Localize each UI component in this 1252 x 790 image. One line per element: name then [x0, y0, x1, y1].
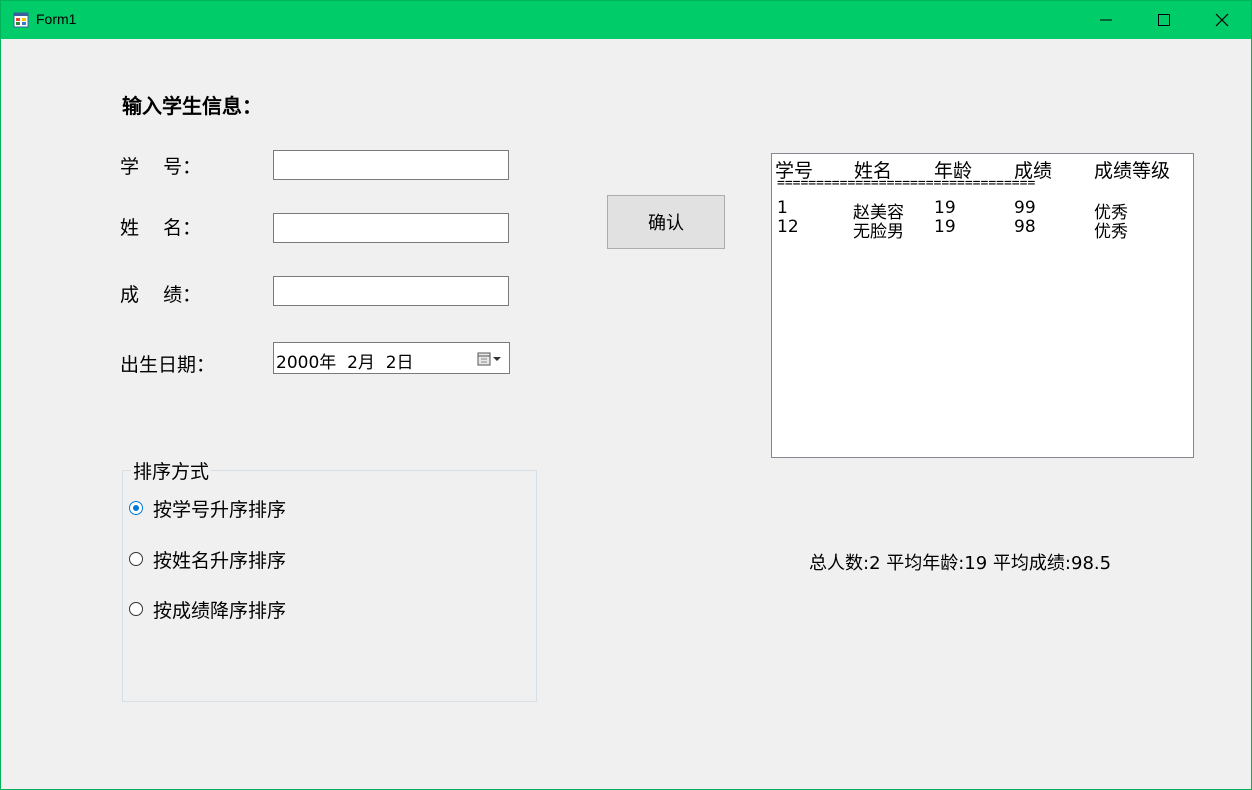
birth-date-label: 出生日期：	[120, 354, 216, 376]
student-listbox[interactable]: 学号 姓名 年龄 成绩 成绩等级 =======================…	[771, 153, 1194, 458]
list-item[interactable]: 1 赵美容 19 99 优秀	[772, 198, 1192, 223]
header-grade: 成绩等级	[1094, 160, 1171, 182]
row-score: 98	[1014, 217, 1036, 237]
title-bar[interactable]: Form1	[1, 1, 1251, 39]
score-label: 成 绩：	[120, 284, 202, 306]
birth-date-value: 2000年 2月 2日	[276, 353, 414, 373]
minimize-icon	[1100, 19, 1112, 21]
row-age: 19	[934, 217, 956, 237]
maximize-button[interactable]	[1135, 1, 1193, 39]
radio-unchecked-icon[interactable]	[129, 552, 143, 566]
row-grade: 优秀	[1094, 222, 1128, 242]
student-id-input[interactable]	[273, 150, 509, 180]
summary-label: 总人数:2 平均年龄:19 平均成绩:98.5	[809, 553, 1112, 574]
confirm-button[interactable]: 确认	[607, 195, 725, 249]
sort-group-caption: 排序方式	[131, 457, 212, 484]
student-id-label: 学 号：	[120, 156, 202, 178]
row-id: 12	[777, 217, 799, 237]
sort-by-name-label[interactable]: 按姓名升序排序	[153, 546, 286, 573]
form-heading: 输入学生信息：	[122, 94, 262, 118]
sort-by-id-radio[interactable]: 按学号升序排序	[129, 495, 429, 521]
student-name-label: 姓 名：	[120, 217, 202, 239]
minimize-button[interactable]	[1077, 1, 1135, 39]
row-id: 1	[777, 198, 788, 218]
row-score: 99	[1014, 198, 1036, 218]
close-button[interactable]	[1193, 1, 1251, 39]
radio-unchecked-icon[interactable]	[129, 602, 143, 616]
sort-by-id-label[interactable]: 按学号升序排序	[153, 495, 286, 522]
row-age: 19	[934, 198, 956, 218]
radio-checked-icon[interactable]	[129, 501, 143, 515]
close-icon	[1215, 13, 1229, 27]
window-title: Form1	[36, 11, 77, 27]
app-icon	[13, 12, 29, 28]
student-name-input[interactable]	[273, 213, 509, 243]
sort-by-score-radio[interactable]: 按成绩降序排序	[129, 596, 429, 622]
maximize-icon	[1158, 14, 1170, 26]
sort-by-name-radio[interactable]: 按姓名升序排序	[129, 546, 429, 572]
score-input[interactable]	[273, 276, 509, 306]
list-item[interactable]: 12 无脸男 19 98 优秀	[772, 217, 1192, 242]
sort-by-score-label[interactable]: 按成绩降序排序	[153, 596, 286, 623]
calendar-dropdown-icon[interactable]	[477, 351, 505, 367]
birth-date-picker[interactable]: 2000年 2月 2日	[273, 342, 510, 374]
row-name: 无脸男	[853, 222, 904, 242]
list-separator: =================================	[777, 176, 1036, 191]
main-window: Form1 输入学生信息： 学 号： 姓 名： 成 绩： 出生日期： 2000年…	[0, 0, 1252, 790]
